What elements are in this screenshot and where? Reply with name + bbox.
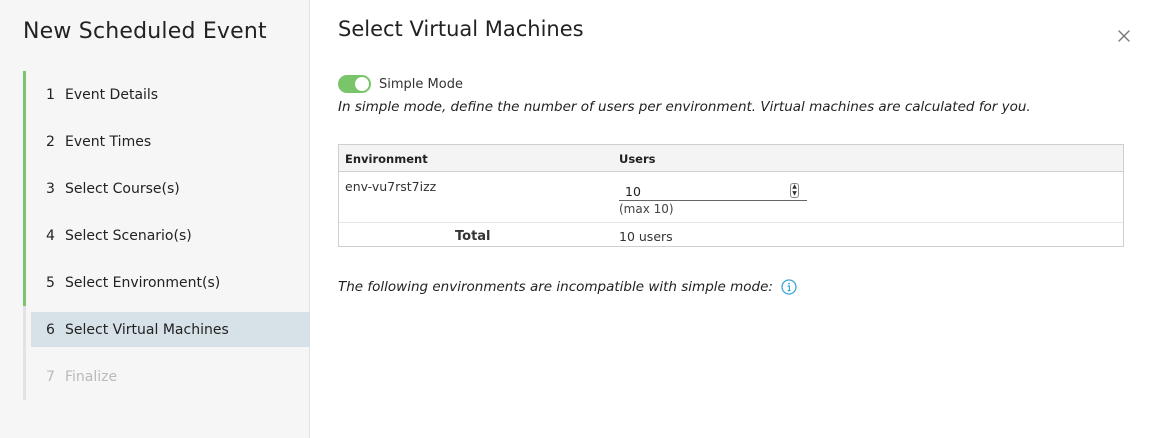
step-label: Finalize [65, 368, 118, 385]
step-select-scenarios[interactable]: 4 Select Scenario(s) [23, 212, 310, 259]
table-header: Environment Users [339, 145, 1123, 172]
step-label: Select Course(s) [65, 180, 180, 197]
step-label: Select Scenario(s) [65, 227, 192, 244]
step-label: Event Details [65, 86, 159, 103]
simple-mode-row: Simple Mode [338, 75, 463, 93]
incompatible-environments-row: The following environments are incompati… [338, 279, 797, 295]
step-label: Select Virtual Machines [65, 321, 229, 338]
column-header-environment: Environment [345, 152, 428, 166]
step-number: 4 [46, 227, 55, 244]
step-label: Select Environment(s) [65, 274, 221, 291]
step-event-details[interactable]: 1 Event Details [23, 71, 310, 118]
step-number: 5 [46, 274, 55, 291]
step-select-courses[interactable]: 3 Select Course(s) [23, 165, 310, 212]
step-select-virtual-machines[interactable]: 6 Select Virtual Machines [23, 306, 310, 353]
simple-mode-toggle[interactable] [338, 75, 371, 93]
simple-mode-description: In simple mode, define the number of use… [338, 99, 1031, 115]
step-finalize: 7 Finalize [23, 353, 310, 400]
total-label: Total [455, 229, 491, 244]
spinner-down-icon[interactable]: ▼ [791, 190, 798, 198]
users-quantity-field: ▲ ▼ [619, 182, 807, 201]
info-icon[interactable] [781, 279, 797, 295]
wizard-sidebar: New Scheduled Event 1 Event Details 2 Ev… [0, 0, 310, 438]
max-users-note: (max 10) [619, 202, 674, 216]
step-number: 3 [46, 180, 55, 197]
column-header-users: Users [619, 152, 656, 166]
step-event-times[interactable]: 2 Event Times [23, 118, 310, 165]
step-number: 7 [46, 368, 55, 385]
table-total-row: Total 10 users [339, 223, 1123, 248]
wizard-title: New Scheduled Event [23, 19, 267, 44]
wizard-steps: 1 Event Details 2 Event Times 3 Select C… [23, 71, 310, 400]
simple-mode-label: Simple Mode [379, 76, 463, 92]
step-select-environments[interactable]: 5 Select Environment(s) [23, 259, 310, 306]
total-users-value: 10 users [619, 229, 673, 244]
step-number: 6 [46, 321, 55, 338]
incompatible-environments-text: The following environments are incompati… [338, 279, 773, 295]
step-number: 1 [46, 86, 55, 103]
table-row: env-vu7rst7izz ▲ ▼ (max 10) [339, 172, 1123, 223]
toggle-knob [355, 77, 369, 91]
environment-name: env-vu7rst7izz [345, 179, 437, 194]
close-icon[interactable] [1116, 28, 1132, 44]
step-label: Event Times [65, 133, 152, 150]
environment-users-table: Environment Users env-vu7rst7izz ▲ ▼ (ma… [338, 144, 1124, 247]
users-input[interactable] [619, 182, 775, 200]
quantity-spinner[interactable]: ▲ ▼ [790, 183, 799, 198]
page-title: Select Virtual Machines [338, 17, 584, 41]
step-number: 2 [46, 133, 55, 150]
